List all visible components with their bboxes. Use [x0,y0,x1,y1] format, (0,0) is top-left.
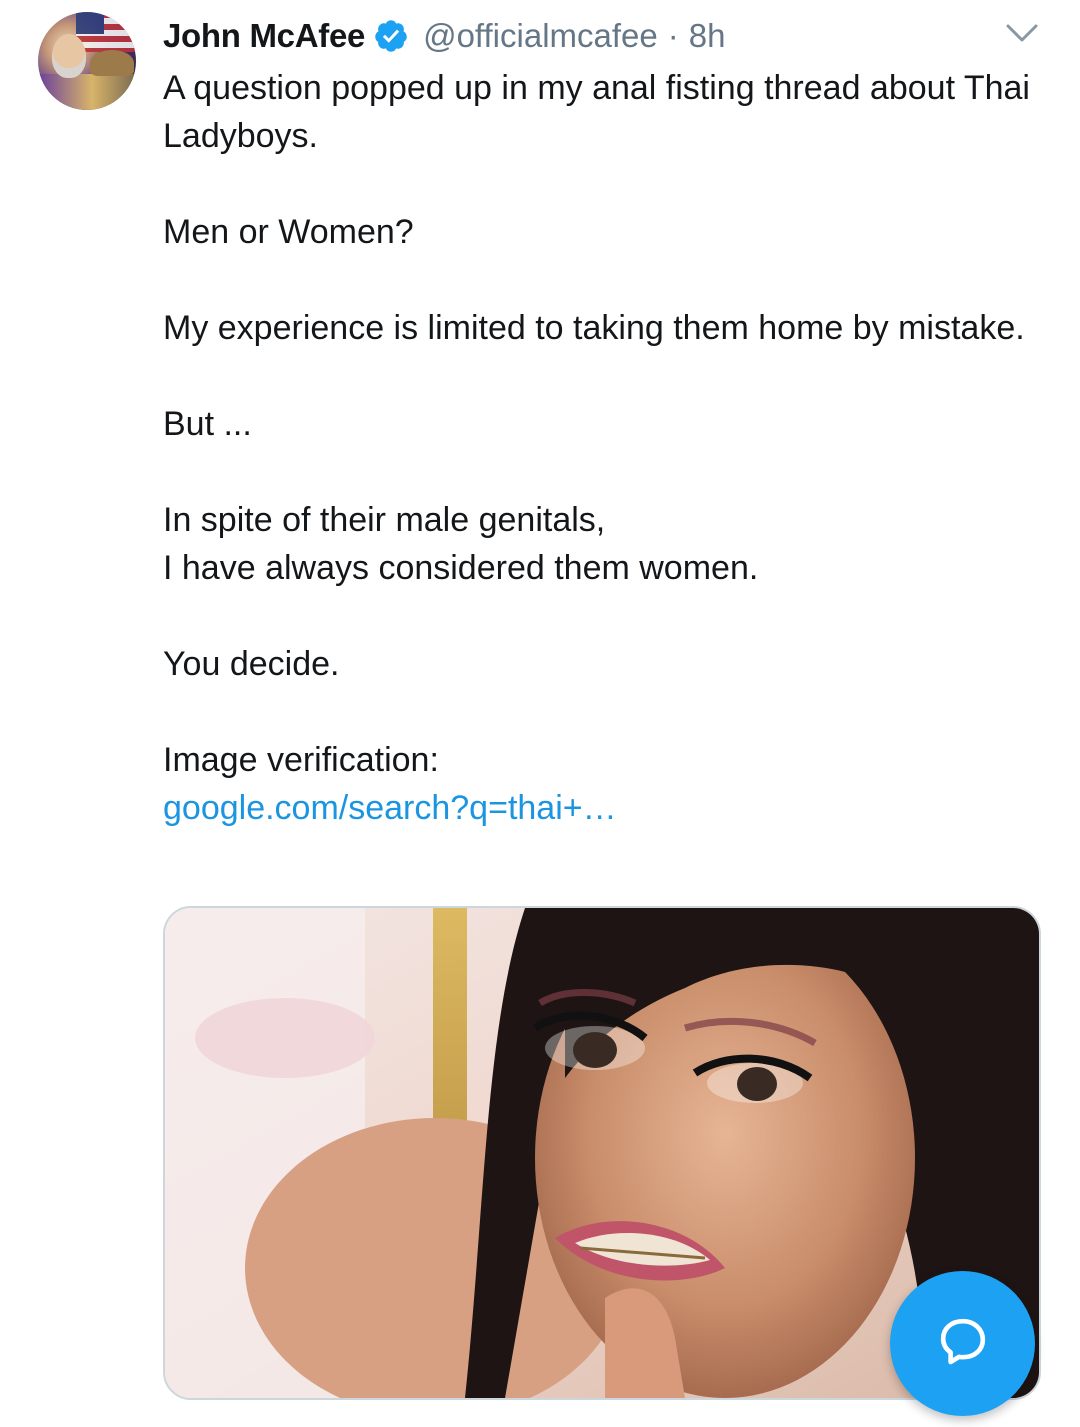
tweet[interactable]: John McAfee @officialmcafee · 8h A quest… [0,0,1080,1427]
tweet-line: A question popped up in my anal fisting … [163,69,1030,155]
tweet-line: You decide. [163,645,340,683]
tweet-line: Men or Women? [163,213,414,251]
tweet-line-gap [163,160,1053,208]
avatar-face [52,34,86,78]
tweet-line-gap [163,592,1053,640]
tweet-line: My experience is limited to taking them … [163,309,1025,347]
author-handle[interactable]: @officialmcafee [423,17,658,55]
chevron-down-icon[interactable] [1002,18,1042,48]
avatar-background [38,74,136,110]
tweet-text: A question popped up in my anal fisting … [163,64,1053,832]
verified-badge-icon [373,18,409,54]
tweet-line-gap [163,352,1053,400]
tweet-line: Image verification: [163,741,439,779]
tweet-line-gap [163,688,1053,736]
tweet-link[interactable]: google.com/search?q=thai+… [163,789,617,827]
tweet-line: I have always considered them women. [163,549,759,587]
avatar-flag [76,12,136,52]
tweet-link-line: google.com/search?q=thai+… [163,784,1053,832]
avatar[interactable] [38,12,136,110]
header-separator: · [667,17,679,54]
tweet-line-gap [163,256,1053,304]
author-name[interactable]: John McAfee [163,17,365,55]
reply-bubble-icon [935,1313,991,1374]
avatar-hat [90,50,134,76]
tweet-line: But ... [163,405,252,443]
tweet-timestamp[interactable]: 8h [689,17,726,55]
tweet-line: In spite of their male genitals, [163,501,606,539]
tweet-header: John McAfee @officialmcafee · 8h [163,14,725,58]
tweet-line-gap [163,448,1053,496]
compose-reply-button[interactable] [890,1271,1035,1416]
